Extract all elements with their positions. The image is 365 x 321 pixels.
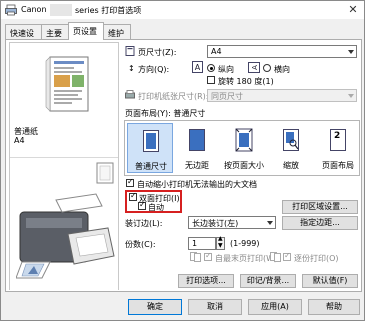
- rotate-180-checkbox[interactable]: [207, 76, 215, 84]
- chevron-down-icon: [267, 221, 273, 225]
- chevron-down-icon: [348, 50, 354, 54]
- page-size-label: 页尺寸(Z):: [138, 48, 177, 57]
- chevron-down-icon: [348, 94, 354, 98]
- printer-app-icon: [5, 4, 17, 16]
- printer-paper-label: 打印机纸张尺寸(R):: [138, 92, 209, 101]
- copies-stepper[interactable]: ▲ ▼: [216, 235, 225, 250]
- landscape-label: 横向: [274, 65, 290, 74]
- borderless-icon: [189, 129, 205, 151]
- duplex-auto-checkbox[interactable]: [138, 200, 146, 210]
- printer-paper-select[interactable]: 同页尺寸: [207, 89, 357, 102]
- tab-page-setup[interactable]: 页设置: [68, 22, 104, 40]
- stamp-background-button[interactable]: 印记/背景...: [240, 274, 296, 288]
- printer-paper-icon: [125, 90, 135, 99]
- staple-side-select[interactable]: 长边装订(左): [188, 216, 276, 229]
- stepper-up-icon[interactable]: ▲: [218, 235, 223, 242]
- svg-text:A: A: [251, 65, 259, 70]
- collate-checkbox[interactable]: [283, 251, 291, 261]
- collate-icon: [270, 252, 281, 262]
- help-button[interactable]: 帮助: [308, 299, 360, 315]
- title-bar: Canon series 打印首选项 ✕: [1, 1, 364, 19]
- copies-range: (1-999): [230, 239, 260, 248]
- print-options-button[interactable]: 打印选项...: [178, 274, 234, 288]
- apply-button[interactable]: 应用(A): [248, 299, 302, 315]
- print-area-settings-button[interactable]: 打印区域设置...: [282, 200, 358, 214]
- page-layout-list: 普通尺寸 无边距 按页面大小 缩放 2 页面布局: [124, 120, 360, 176]
- tab-quick-setup[interactable]: 快速设置: [5, 24, 42, 49]
- cancel-button[interactable]: 取消: [188, 299, 242, 315]
- tab-maintenance[interactable]: 维护: [103, 24, 131, 40]
- fit-to-page-icon: [235, 128, 253, 152]
- dialog-button-bar: 确定 取消 应用(A) 帮助: [1, 295, 364, 320]
- landscape-radio[interactable]: [263, 64, 271, 72]
- printer-illustration-icon: [16, 193, 115, 279]
- layout-normal-size[interactable]: 普通尺寸: [127, 123, 173, 173]
- layout-scaled[interactable]: 缩放: [268, 123, 314, 173]
- tab-main[interactable]: 主要: [41, 24, 69, 40]
- page-size-icon: [125, 46, 135, 56]
- duplex-checkbox[interactable]: [129, 191, 137, 201]
- page-size-select[interactable]: A4: [207, 45, 357, 58]
- stepper-down-icon[interactable]: ▼: [218, 242, 223, 249]
- auto-reduce-label: 自动缩小打印机无法输出的大文档: [137, 180, 257, 189]
- orientation-arrow-icon: ↕: [128, 64, 135, 73]
- scaled-icon: [283, 129, 299, 151]
- normal-size-icon: [143, 130, 159, 152]
- specify-margin-button[interactable]: 指定边距...: [282, 216, 358, 230]
- page-setup-panel: 普通纸 A4 页尺寸(Z): A4 ↕ 方向(Q): A 纵向 A 横向 旋转 …: [5, 39, 362, 292]
- print-preferences-window: Canon series 打印首选项 ✕ 快速设置 主要 页设置 维护: [0, 0, 365, 321]
- media-type-label: 普通纸 A4: [14, 127, 38, 145]
- model-name-redacted: [50, 4, 72, 16]
- reverse-order-label: 自最末页打印(W): [215, 254, 278, 263]
- auto-reduce-checkbox[interactable]: [126, 177, 134, 187]
- paper-preview-image: [45, 56, 89, 112]
- paper-preview: 普通纸 A4: [10, 43, 118, 157]
- portrait-icon: A: [192, 61, 203, 73]
- window-title-suffix: series 打印首选项: [75, 6, 142, 15]
- window-title-prefix: Canon: [21, 5, 47, 14]
- landscape-icon: A: [248, 62, 260, 73]
- collate-label: 逐份打印(O): [294, 254, 339, 263]
- reverse-order-checkbox[interactable]: [204, 251, 212, 261]
- close-icon[interactable]: ✕: [346, 3, 360, 17]
- duplex-auto-label: 自动: [148, 203, 164, 212]
- small-paper-icon: [96, 162, 114, 184]
- staple-side-label: 装订边(L):: [125, 219, 163, 228]
- copies-input[interactable]: 1: [188, 237, 216, 250]
- ok-button[interactable]: 确定: [128, 299, 182, 315]
- orientation-label: 方向(Q):: [138, 65, 170, 74]
- layout-badge: 2: [334, 131, 341, 141]
- rotate-180-label: 旋转 180 度(1): [218, 77, 274, 86]
- layout-fit-to-page[interactable]: 按页面大小: [221, 123, 267, 173]
- portrait-radio[interactable]: [207, 64, 215, 72]
- svg-text:A: A: [195, 63, 201, 72]
- defaults-button[interactable]: 默认值(F): [302, 274, 358, 288]
- layout-page-layout[interactable]: 2 页面布局: [315, 123, 361, 173]
- page-layout-label: 页面布局(Y): 普通尺寸: [125, 109, 206, 118]
- copies-label: 份数(C):: [125, 240, 156, 249]
- portrait-label: 纵向: [218, 65, 234, 74]
- reverse-order-icon: [190, 252, 201, 262]
- preview-column: 普通纸 A4: [9, 42, 119, 290]
- layout-borderless[interactable]: 无边距: [174, 123, 220, 173]
- printer-preview: [10, 158, 118, 290]
